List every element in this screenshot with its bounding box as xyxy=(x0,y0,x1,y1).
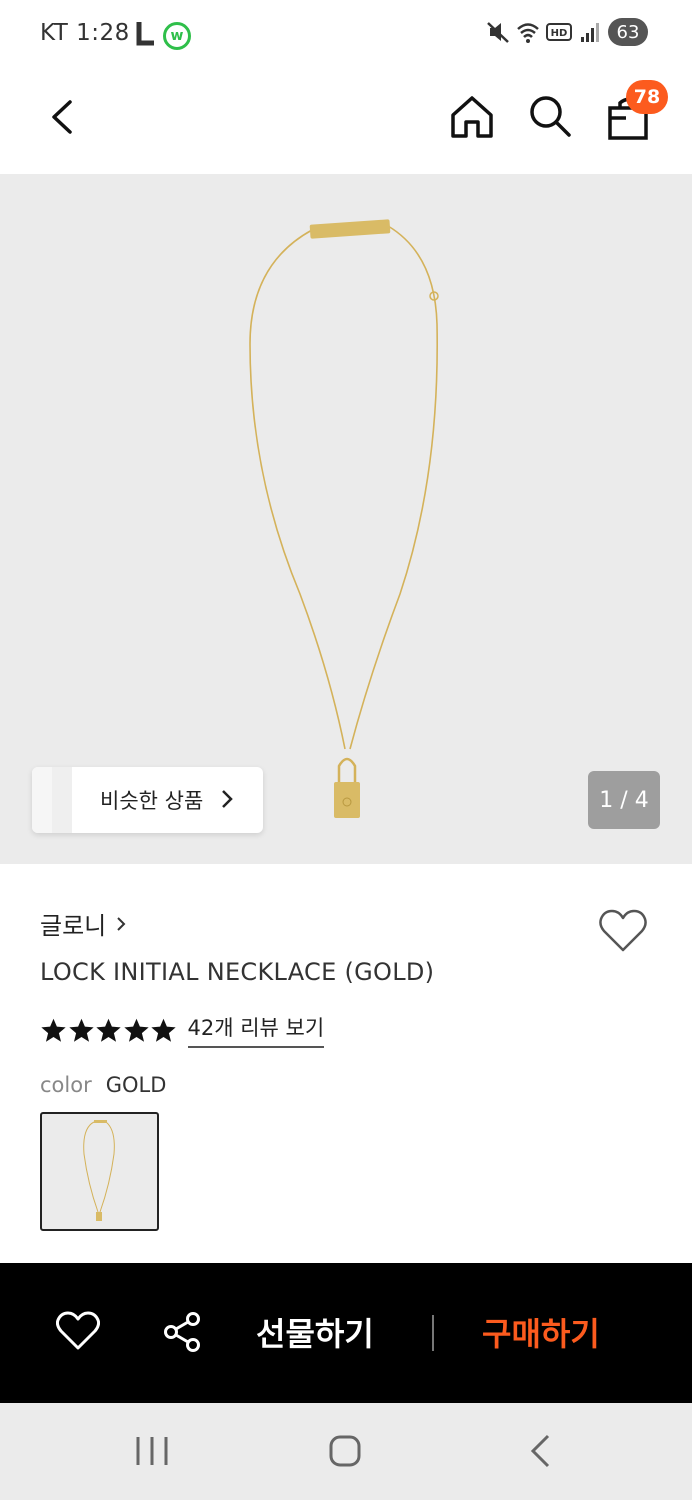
star-icon xyxy=(123,1018,149,1042)
l-app-icon xyxy=(136,22,154,46)
system-navigation-bar xyxy=(0,1403,692,1500)
similar-products-button[interactable]: 비슷한 상품 xyxy=(32,767,263,833)
necklace-product-image xyxy=(249,219,439,818)
chat-app-icon: w xyxy=(163,22,191,50)
color-option-thumbnail[interactable] xyxy=(40,1112,159,1231)
search-button[interactable] xyxy=(526,92,574,138)
purchase-action-bar: 선물하기 구매하기 xyxy=(0,1263,692,1403)
divider xyxy=(432,1315,434,1351)
home-nav-icon[interactable] xyxy=(328,1433,362,1469)
status-bar: KT 1:28 w HD 63 xyxy=(0,0,692,70)
battery-indicator: 63 xyxy=(608,18,648,46)
home-button[interactable] xyxy=(448,94,496,140)
app-header: 78 xyxy=(0,70,692,174)
status-icons: HD 63 xyxy=(486,18,648,46)
recent-apps-icon[interactable] xyxy=(134,1433,170,1469)
star-icon xyxy=(41,1018,66,1042)
chevron-right-icon xyxy=(117,916,126,931)
hd-icon: HD xyxy=(546,23,572,41)
color-label: color xyxy=(40,1073,92,1097)
star-icon xyxy=(151,1018,176,1042)
cart-count-badge: 78 xyxy=(626,80,668,114)
similar-stack-card xyxy=(52,767,72,833)
product-image-gallery[interactable]: 비슷한 상품 1 / 4 xyxy=(0,174,692,864)
similar-products-label: 비슷한 상품 xyxy=(100,789,204,813)
brand-link[interactable]: 글로니 xyxy=(40,906,126,941)
mute-icon xyxy=(487,22,509,43)
share-icon-button[interactable] xyxy=(162,1311,202,1353)
rating-row: 42개 리뷰 보기 xyxy=(40,1012,325,1048)
status-time: KT 1:28 xyxy=(40,20,130,46)
wishlist-heart-icon-button[interactable] xyxy=(56,1311,100,1351)
color-value: GOLD xyxy=(105,1073,167,1097)
brand-name: 글로니 xyxy=(40,912,107,940)
star-icon xyxy=(68,1018,94,1042)
signal-icon xyxy=(581,23,599,42)
buy-button[interactable]: 구매하기 xyxy=(482,1309,600,1355)
chevron-right-icon xyxy=(222,790,233,808)
back-button[interactable] xyxy=(44,94,84,140)
necklace-thumbnail-image xyxy=(83,1120,115,1221)
reviews-link[interactable]: 42개 리뷰 보기 xyxy=(187,1012,325,1048)
product-title: LOCK INITIAL NECKLACE (GOLD) xyxy=(40,958,435,986)
gift-button[interactable]: 선물하기 xyxy=(256,1309,374,1355)
star-icon xyxy=(96,1018,121,1042)
similar-stack-card xyxy=(32,767,52,833)
wishlist-heart-button[interactable] xyxy=(598,908,648,954)
color-row: color GOLD xyxy=(40,1073,166,1097)
back-nav-icon[interactable] xyxy=(528,1433,552,1469)
svg-text:HD: HD xyxy=(551,28,568,39)
image-page-counter: 1 / 4 xyxy=(588,771,660,829)
wifi-icon xyxy=(517,23,539,43)
